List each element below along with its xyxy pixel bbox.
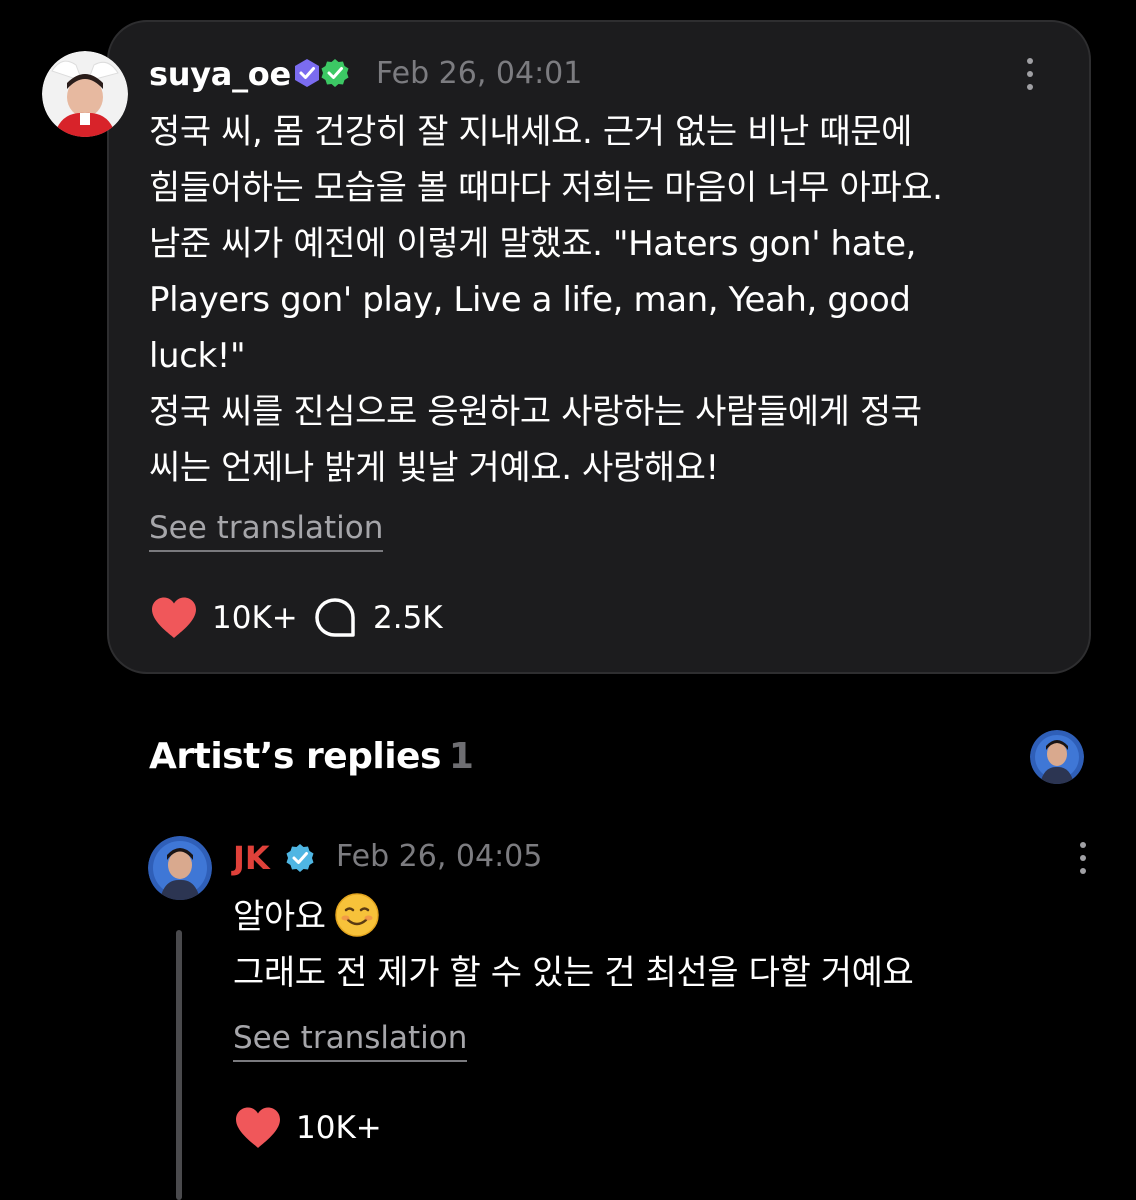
verified-green-badge-icon [321,59,349,87]
smiling-face-icon [334,893,379,937]
post-text-line: 남준 씨가 예전에 이렇게 말했죠. "Haters gon' hate, [149,224,917,264]
dot-icon [1027,71,1033,77]
post-body: 정국 씨, 몸 건강히 잘 지내세요. 근거 없는 비난 때문에 힘들어하는 모… [149,104,1049,496]
reply-body: 알아요 그래도 전 제가 할 수 있는 건 최선을 다할 거예요 [233,889,1093,1001]
artist-replies-count: 1 [448,736,474,777]
heart-icon [152,597,196,638]
artist-username[interactable]: JK [233,839,270,877]
reply-timestamp: Feb 26, 04:05 [336,839,543,874]
dot-icon [1080,868,1086,874]
post-username[interactable]: suya_oe [149,55,291,93]
reply-like-button[interactable]: 10K+ [234,1106,382,1150]
post-text-line: Players gon' play, Live a life, man, Yea… [149,280,911,320]
reply-text-first: 알아요 [233,897,326,937]
post-comment-button[interactable]: 2.5K [313,596,443,640]
post-text-line: luck!" [149,336,246,376]
artist-avatar[interactable] [148,836,212,900]
reply-thread-line [176,930,182,1200]
dot-icon [1027,58,1033,64]
reply-more-options-button[interactable] [1068,838,1098,878]
dot-icon [1080,842,1086,848]
post-text-line: 정국 씨, 몸 건강히 잘 지내세요. 근거 없는 비난 때문에 [149,112,912,152]
artist-avatar-small[interactable] [1030,730,1084,784]
user-avatar[interactable] [42,51,128,137]
post-see-translation-link[interactable]: See translation [149,510,384,552]
post-more-options-button[interactable] [1015,54,1045,94]
artist-replies-header: Artist’s replies 1 [149,736,474,777]
post-timestamp: Feb 26, 04:01 [376,56,583,91]
post-text-line: 힘들어하는 모습을 볼 때마다 저희는 마음이 너무 아파요. [149,168,943,208]
post-like-button[interactable]: 10K+ [150,596,298,640]
heart-icon [236,1107,280,1148]
comment-bubble-icon [315,598,355,637]
post-like-count: 10K+ [212,600,298,636]
reply-text-line: 그래도 전 제가 할 수 있는 건 최선을 다할 거예요 [233,953,914,993]
artist-replies-title: Artist’s replies [149,736,441,777]
reply-like-count: 10K+ [296,1110,382,1146]
post-badges [291,57,351,89]
verified-badge-icon [286,844,314,872]
dot-icon [1080,855,1086,861]
reply-see-translation-link[interactable]: See translation [233,1020,468,1062]
post-comment-count: 2.5K [373,600,443,636]
dot-icon [1027,84,1033,90]
post-text-line: 씨는 언제나 밝게 빛날 거예요. 사랑해요! [149,448,719,488]
post-text-line: 정국 씨를 진심으로 응원하고 사랑하는 사람들에게 정국 [149,392,922,432]
reply-text-line: 알아요 [233,889,1093,945]
